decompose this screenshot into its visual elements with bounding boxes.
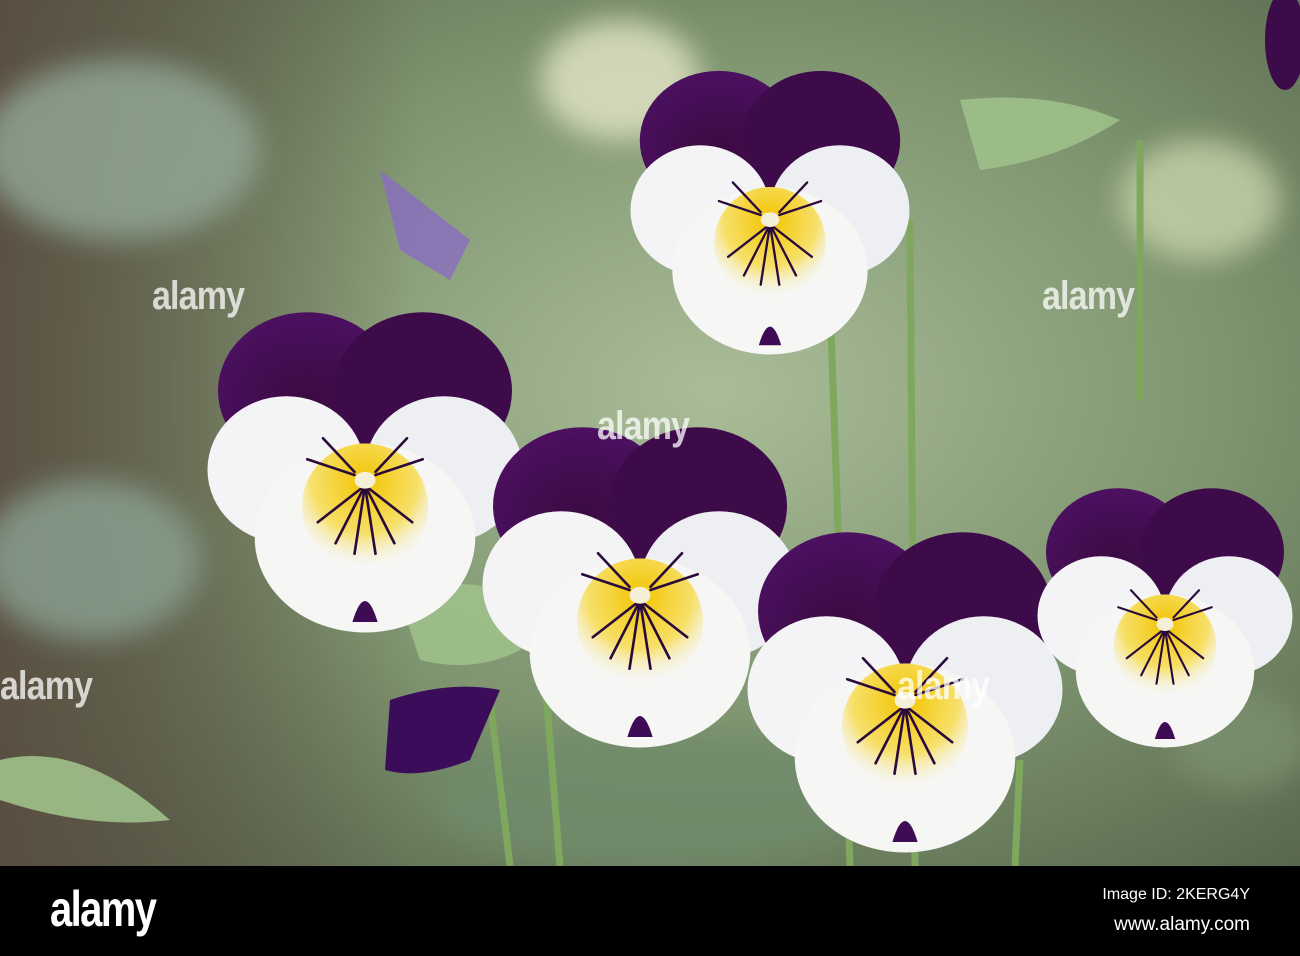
watermark: alamy: [0, 664, 93, 708]
alamy-logo: alamy: [50, 881, 157, 937]
watermark: alamy: [597, 404, 690, 448]
footer-bar: alamy Image ID: 2KERG4Y www.alamy.com: [0, 866, 1300, 956]
stock-photo: alamy alamy alamy alamy alamy alamy Imag…: [0, 0, 1300, 956]
website-url: www.alamy.com: [1114, 914, 1250, 935]
watermark: alamy: [897, 664, 990, 708]
image-id: Image ID: 2KERG4Y: [1102, 886, 1250, 903]
watermark: alamy: [152, 274, 245, 318]
watermark: alamy: [1042, 274, 1135, 318]
